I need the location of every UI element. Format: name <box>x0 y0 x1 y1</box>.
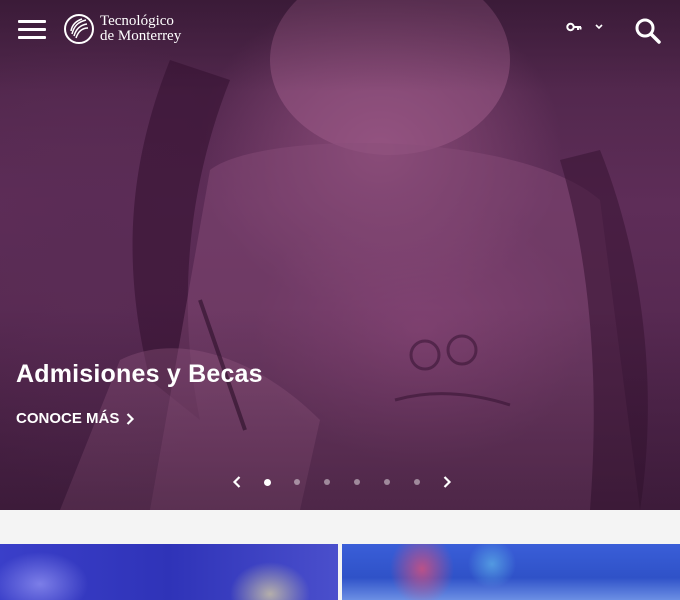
logo[interactable]: Tecnológico de Monterrey <box>64 14 181 44</box>
logo-line-2: de Monterrey <box>100 28 182 44</box>
carousel-dot-2[interactable] <box>282 472 312 492</box>
logo-text: Tecnológico de Monterrey <box>100 14 181 44</box>
carousel-dots <box>252 472 432 492</box>
hero-banner: Tecnológico de Monterrey Admisiones y Be… <box>0 0 680 510</box>
learn-more-label: CONOCE MÁS <box>16 410 120 427</box>
logo-line-1: Tecnológico <box>100 13 174 29</box>
slide-title: Admisiones y Becas <box>16 360 263 388</box>
hamburger-menu-icon <box>18 20 46 23</box>
carousel-controls <box>228 472 456 492</box>
access-menu-button[interactable] <box>566 22 604 32</box>
chevron-left-icon <box>232 476 241 488</box>
chevron-down-icon <box>595 24 603 30</box>
chevron-right-icon <box>443 476 452 488</box>
carousel-dot-5[interactable] <box>372 472 402 492</box>
carousel-dot-1[interactable] <box>252 472 282 492</box>
carousel-prev-button[interactable] <box>228 472 246 492</box>
carousel-next-button[interactable] <box>438 472 456 492</box>
search-icon <box>635 18 661 44</box>
carousel-dot-3[interactable] <box>312 472 342 492</box>
dot-indicator-icon <box>354 479 360 485</box>
card-students-image[interactable] <box>0 544 338 600</box>
dot-indicator-icon <box>324 479 330 485</box>
carousel-dot-6[interactable] <box>402 472 432 492</box>
dot-indicator-icon <box>414 479 420 485</box>
logo-seal-icon <box>64 14 94 44</box>
dot-indicator-icon <box>384 479 390 485</box>
learn-more-link[interactable]: CONOCE MÁS <box>16 410 135 427</box>
chevron-right-icon <box>127 412 135 425</box>
menu-button[interactable] <box>18 20 46 44</box>
card-building-image[interactable] <box>342 544 680 600</box>
key-icon <box>566 22 582 32</box>
dot-indicator-icon <box>294 479 300 485</box>
hero-overlay <box>0 0 680 510</box>
carousel-dot-4[interactable] <box>342 472 372 492</box>
search-button[interactable] <box>634 17 662 45</box>
dot-indicator-icon <box>263 478 271 486</box>
